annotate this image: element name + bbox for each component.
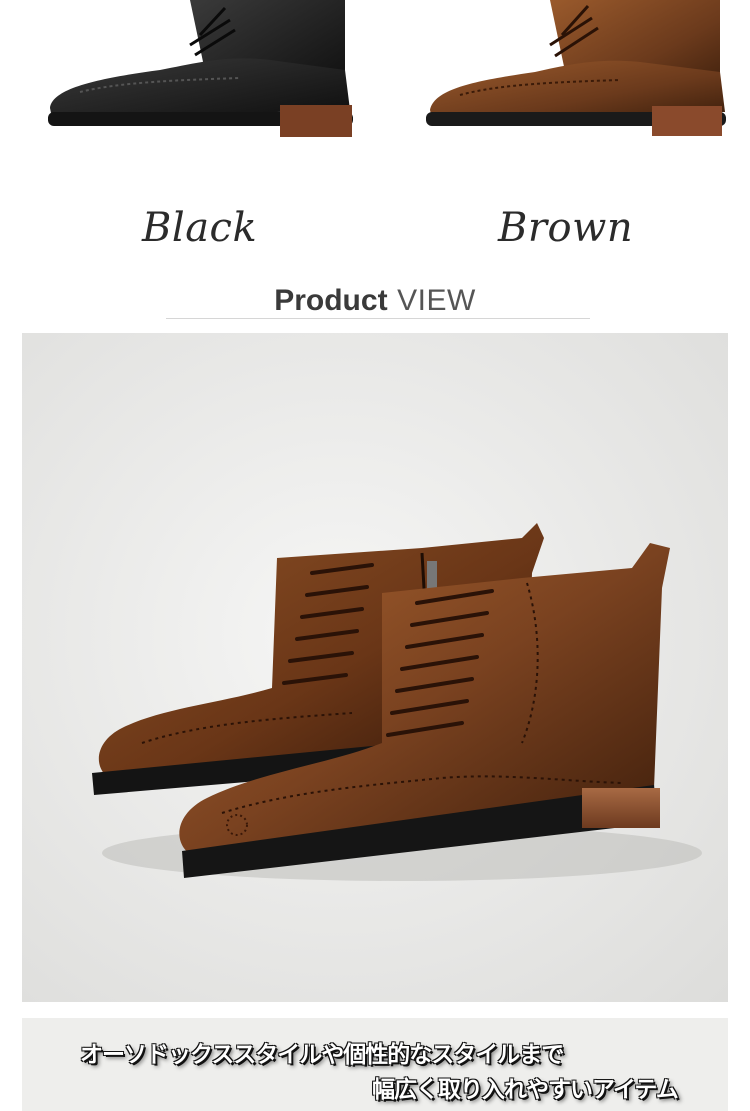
brogue-boots-pair-illustration xyxy=(22,333,728,1002)
color-label-black: Black xyxy=(142,205,258,251)
brown-boot-image[interactable] xyxy=(420,0,735,150)
heading-divider xyxy=(166,318,590,319)
section-heading: Product VIEW xyxy=(0,283,750,318)
heading-bold-text: Product xyxy=(274,284,388,317)
color-label-brown: Brown xyxy=(498,205,634,251)
color-variants-section: Black Brown xyxy=(0,0,750,290)
product-photo xyxy=(22,333,728,1002)
heading-light-text: VIEW xyxy=(397,284,476,317)
banner-line-1: オーソドックススタイルや個性的なスタイルまで xyxy=(80,1041,564,1068)
brown-boot-illustration xyxy=(426,0,726,136)
banner-line-2: 幅広く取り入れやすいアイテム xyxy=(372,1076,679,1103)
black-boot-image[interactable] xyxy=(40,0,360,150)
black-boot-illustration xyxy=(48,0,353,137)
feature-banner: オーソドックススタイルや個性的なスタイルまで 幅広く取り入れやすいアイテム xyxy=(22,1018,728,1111)
